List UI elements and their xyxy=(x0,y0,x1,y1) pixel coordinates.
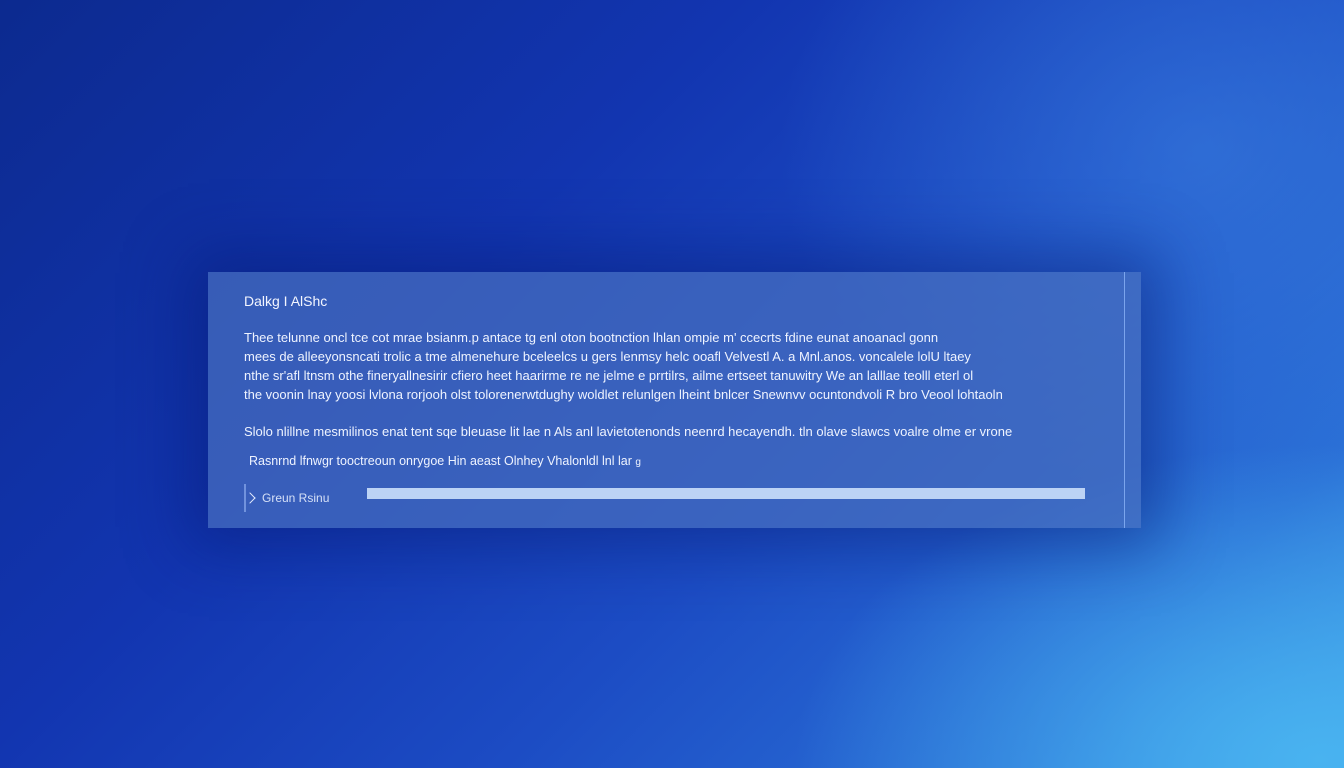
status-suffix: g xyxy=(635,457,641,468)
dialog-edge xyxy=(1124,272,1125,528)
status-text: Rasnrnd lfnwgr tooctreoun onrygoe Hin ae… xyxy=(249,454,632,468)
status-line: Rasnrnd lfnwgr tooctreoun onrygoe Hin ae… xyxy=(249,454,641,468)
body-line: nthe sr'afl ltnsm othe fineryallnesirir … xyxy=(244,368,974,383)
body-line: mees de alleeyonsncati trolic a tme alme… xyxy=(244,349,971,364)
chevron-right-icon xyxy=(244,492,256,504)
details-expander[interactable]: Greun Rsinu xyxy=(244,484,329,512)
body-line: the voonin lnay yoosi lvlona rorjooh ols… xyxy=(244,387,1003,402)
dialog: Dalkg I AlShc Thee telunne oncl tce cot … xyxy=(208,272,1141,528)
body-line: Thee telunne oncl tce cot mrae bsianm.p … xyxy=(244,330,939,345)
dialog-title: Dalkg I AlShc xyxy=(244,293,328,309)
dialog-note: Slolo nlillne mesmilinos enat tent sqe b… xyxy=(244,424,1013,439)
progress-fill xyxy=(367,488,1085,499)
expander-label: Greun Rsinu xyxy=(262,491,330,505)
dialog-body: Thee telunne oncl tce cot mrae bsianm.p … xyxy=(244,328,1084,404)
progress-bar xyxy=(367,488,1085,499)
